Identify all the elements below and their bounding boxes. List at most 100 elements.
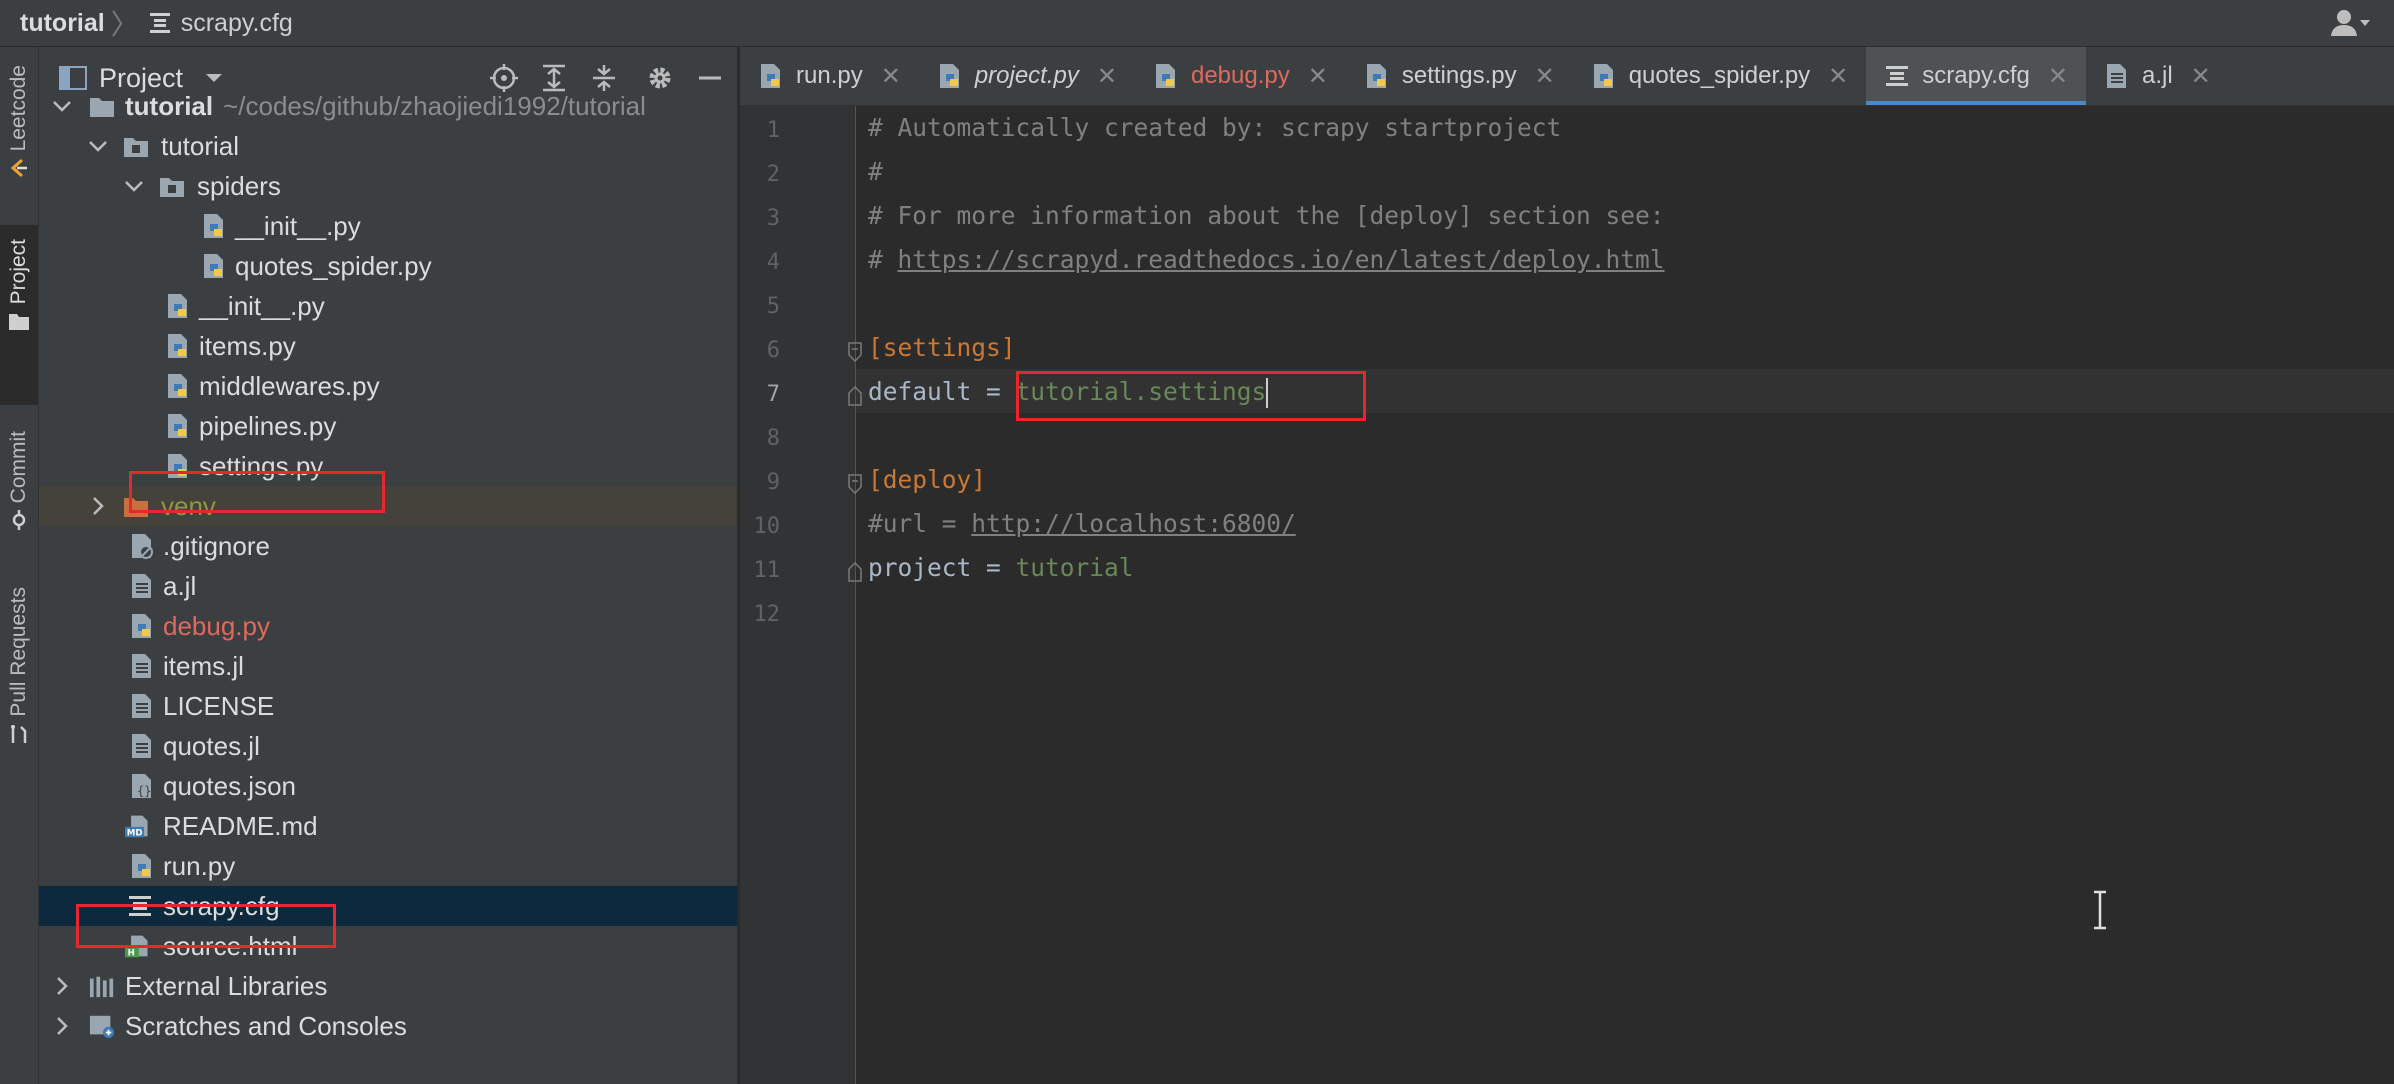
breadcrumb-root[interactable]: tutorial	[20, 9, 105, 38]
tree-item-file[interactable]: quotes.jl	[39, 726, 737, 766]
tree-item-libraries[interactable]: External Libraries	[39, 966, 737, 1006]
library-icon	[89, 976, 114, 998]
code-section-header: [deploy]	[868, 465, 987, 494]
svg-text:{}: {}	[137, 784, 151, 798]
code-key: default =	[868, 377, 1016, 406]
fold-end-marker-icon[interactable]	[846, 562, 864, 582]
tree-label: quotes.json	[163, 770, 296, 801]
tab-label: debug.py	[1190, 62, 1290, 89]
code-section-header: [settings]	[868, 333, 1016, 362]
python-file-icon	[1593, 64, 1613, 88]
code-comment-prefix: #	[868, 245, 898, 274]
commit-icon	[12, 510, 26, 531]
tab-label: settings.py	[1401, 62, 1517, 89]
tree-item-file[interactable]: pipelines.py	[39, 406, 737, 446]
view-dropdown-icon[interactable]	[205, 72, 223, 84]
tab-scrapy-cfg[interactable]: scrapy.cfg ✕	[1866, 47, 2086, 105]
tree-item-file[interactable]: middlewares.py	[39, 366, 737, 406]
fold-end-marker-icon[interactable]	[846, 386, 864, 406]
tree-label: items.jl	[163, 650, 244, 681]
close-icon[interactable]: ✕	[881, 62, 901, 91]
tree-item-file[interactable]: MD README.md	[39, 806, 737, 846]
tree-item-file[interactable]: run.py	[39, 846, 737, 886]
close-icon[interactable]: ✕	[1308, 62, 1328, 91]
tree-item-file[interactable]: items.py	[39, 326, 737, 366]
tree-item-file[interactable]: LICENSE	[39, 686, 737, 726]
config-file-icon	[1886, 66, 1909, 86]
tree-item-file[interactable]: items.jl	[39, 646, 737, 686]
tab-run-py[interactable]: run.py ✕	[740, 47, 919, 105]
tree-item-file[interactable]: __init__.py	[39, 206, 737, 246]
project-tool-button[interactable]: Project	[0, 225, 38, 405]
chevron-down-icon[interactable]	[87, 135, 109, 157]
code-editor[interactable]: 1 2 3 4 5 6 7 8 9 10 11 12 # Automatical…	[740, 106, 2394, 1084]
tree-label: a.jl	[163, 570, 197, 601]
tree-label: pipelines.py	[199, 410, 337, 441]
code-comment: #	[868, 157, 883, 186]
line-number: 1	[766, 118, 780, 143]
code-link[interactable]: https://scrapyd.readthedocs.io/en/latest…	[898, 245, 1665, 274]
tree-label: quotes.jl	[163, 730, 260, 761]
close-icon[interactable]: ✕	[1828, 62, 1848, 91]
leetcode-tool-button[interactable]: Leetcode	[0, 47, 38, 197]
tree-item-folder[interactable]: spiders	[39, 166, 737, 206]
commit-tool-button[interactable]: Commit	[0, 427, 38, 557]
text-cursor-icon	[2094, 890, 2106, 930]
highlight-box-settings	[129, 471, 385, 513]
close-icon[interactable]: ✕	[1097, 62, 1117, 91]
tree-label: quotes_spider.py	[235, 250, 432, 281]
close-icon[interactable]: ✕	[2191, 62, 2211, 91]
svg-text:H: H	[128, 949, 135, 959]
chevron-right-icon[interactable]	[51, 1015, 73, 1037]
close-icon[interactable]: ✕	[1535, 62, 1555, 91]
tab-settings-py[interactable]: settings.py ✕	[1346, 47, 1573, 105]
tree-item-file[interactable]: .gitignore	[39, 526, 737, 566]
json-file-icon: {}	[132, 774, 151, 798]
tree-item-file[interactable]: debug.py	[39, 606, 737, 646]
breadcrumb-file[interactable]: scrapy.cfg	[149, 9, 293, 38]
pull-requests-tool-button[interactable]: Pull Requests	[0, 587, 38, 787]
gutter-divider	[855, 106, 856, 1084]
fold-marker-icon[interactable]	[846, 342, 864, 362]
svg-text:MD: MD	[127, 829, 143, 839]
tab-label: quotes_spider.py	[1628, 62, 1811, 89]
text-file-icon	[132, 574, 151, 598]
tree-item-file[interactable]: {} quotes.json	[39, 766, 737, 806]
python-file-icon	[132, 614, 151, 638]
tree-label: Scratches and Consoles	[125, 1010, 407, 1041]
chevron-right-icon[interactable]	[87, 495, 109, 517]
tab-project-py[interactable]: project.py ✕	[919, 47, 1135, 105]
tree-label: middlewares.py	[199, 370, 380, 401]
tab-debug-py[interactable]: debug.py ✕	[1135, 47, 1346, 105]
tab-label: a.jl	[2141, 62, 2173, 89]
fold-marker-icon[interactable]	[846, 474, 864, 494]
leetcode-label: Leetcode	[7, 65, 30, 152]
chevron-right-icon[interactable]	[51, 975, 73, 997]
tree-label: __init__.py	[235, 210, 361, 241]
code-link[interactable]: http://localhost:6800/	[971, 509, 1296, 538]
tree-label: External Libraries	[125, 970, 328, 1001]
tree-item-file[interactable]: quotes_spider.py	[39, 246, 737, 286]
tree-item-file[interactable]: __init__.py	[39, 286, 737, 326]
tab-label: project.py	[974, 62, 1079, 89]
tab-quotes-spider-py[interactable]: quotes_spider.py ✕	[1573, 47, 1867, 105]
tree-item-scratches[interactable]: Scratches and Consoles	[39, 1006, 737, 1046]
tree-item-folder[interactable]: tutorial	[39, 126, 737, 166]
close-icon[interactable]: ✕	[2048, 62, 2068, 91]
line-number: 11	[753, 558, 781, 583]
folder-icon	[90, 98, 114, 117]
line-number-current: 7	[766, 382, 780, 407]
tree-item-root[interactable]: tutorial ~/codes/github/zhaojiedi1992/tut…	[39, 86, 737, 126]
tree-label: tutorial	[161, 130, 240, 161]
user-account-icon[interactable]	[2330, 8, 2370, 38]
python-file-icon	[168, 294, 187, 318]
project-tool-window: Project tutorial ~/codes/github/zhaojiedi…	[39, 47, 739, 1084]
scratches-icon	[89, 1015, 115, 1039]
tab-label: run.py	[796, 62, 863, 89]
chevron-down-icon[interactable]	[123, 175, 145, 197]
tab-a-jl[interactable]: a.jl ✕	[2086, 47, 2229, 105]
tree-item-file[interactable]: a.jl	[39, 566, 737, 606]
chevron-down-icon[interactable]	[51, 95, 73, 117]
line-number: 10	[753, 514, 781, 539]
tree-label: __init__.py	[199, 290, 325, 321]
